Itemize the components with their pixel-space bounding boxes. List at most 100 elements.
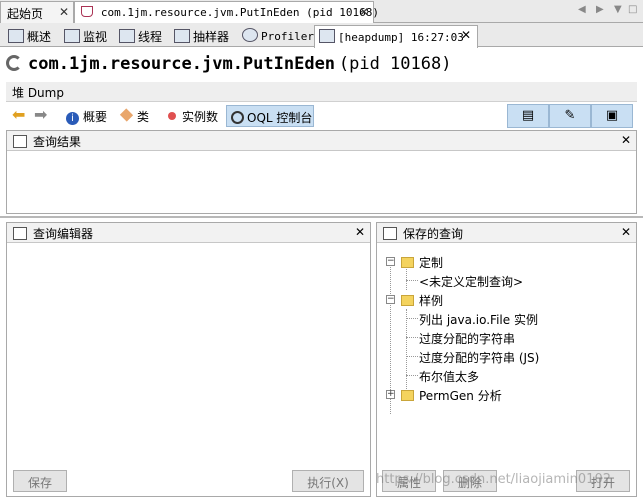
- tab-overview[interactable]: 概述: [4, 25, 55, 47]
- saved-queries-icon: [383, 227, 397, 240]
- maximize-icon[interactable]: □: [628, 4, 637, 15]
- instances-button[interactable]: 实例数: [164, 105, 222, 127]
- summary-button[interactable]: i 概要: [62, 105, 111, 127]
- panel-title: 保存的查询: [403, 227, 464, 241]
- tree-label: 布尔值太多: [419, 370, 480, 384]
- tree-label: 列出 java.io.File 实例: [419, 313, 538, 327]
- monitor-icon: [64, 29, 80, 43]
- folder-icon: [401, 390, 414, 401]
- tree-item-list-file-instances[interactable]: 列出 java.io.File 实例: [419, 311, 538, 328]
- close-icon[interactable]: ✕: [621, 225, 631, 239]
- tab-monitor[interactable]: 监视: [60, 25, 111, 47]
- tree-item-overallocated-strings-js[interactable]: 过度分配的字符串 (JS): [419, 349, 539, 366]
- profiler-icon: [242, 28, 258, 42]
- saved-queries-tree: − 定制 <未定义定制查询> − 样例 列出 java.io.File 实例 过…: [377, 244, 636, 462]
- app-title: com.1jm.resource.jvm.PutInEden: [28, 54, 336, 74]
- tree-label: PermGen 分析: [419, 389, 502, 403]
- threads-icon: [119, 29, 135, 43]
- query-editor-area[interactable]: [7, 244, 370, 462]
- tab-list-icon[interactable]: ▼: [614, 4, 622, 15]
- saved-queries-view-icon[interactable]: ▣: [591, 104, 633, 128]
- splitter[interactable]: [0, 216, 643, 218]
- sampler-icon: [174, 29, 190, 43]
- tab-application[interactable]: com.1jm.resource.jvm.PutInEden (pid 1016…: [74, 1, 379, 24]
- folder-icon: [401, 295, 414, 306]
- overview-icon: [8, 29, 24, 43]
- tab-label: com.1jm.resource.jvm.PutInEden (pid 1016…: [100, 6, 379, 19]
- tab-label: 概述: [27, 30, 52, 44]
- collapse-icon[interactable]: −: [386, 295, 395, 304]
- scroll-left-icon[interactable]: ◀: [578, 4, 586, 15]
- tab-profiler[interactable]: Profiler: [238, 25, 318, 47]
- close-icon[interactable]: ✕: [461, 28, 471, 42]
- execute-label: 执行(X): [307, 476, 349, 490]
- save-button[interactable]: 保存: [13, 470, 67, 492]
- page-title: com.1jm.resource.jvm.PutInEden (pid 1016…: [6, 54, 451, 80]
- tree-label: 定制: [419, 256, 444, 270]
- classes-button[interactable]: 类: [116, 105, 153, 127]
- tab-label: 线程: [138, 30, 163, 44]
- tab-label: 监视: [83, 30, 108, 44]
- editor-view-icon[interactable]: ✎: [549, 104, 591, 128]
- collapse-icon[interactable]: −: [386, 257, 395, 266]
- results-icon: [13, 135, 27, 148]
- loading-icon: [6, 55, 22, 71]
- editor-icon: [13, 227, 27, 240]
- tab-label: [heapdump] 16:27:03: [338, 31, 464, 44]
- save-label: 保存: [27, 476, 52, 490]
- tree-item-overallocated-strings[interactable]: 过度分配的字符串: [419, 330, 515, 347]
- expand-icon[interactable]: +: [386, 390, 395, 399]
- tab-start-page[interactable]: 起始页 ✕: [0, 1, 74, 23]
- view-tab-bar: 概述 监视 线程 抽样器 Profiler [heapdump] 16:27:0…: [0, 23, 643, 48]
- scroll-right-icon[interactable]: ▶: [596, 4, 604, 15]
- watermark: https://blog.csdn.net/liaojiamin0102: [376, 472, 611, 487]
- tree-folder-permgen[interactable]: PermGen 分析: [401, 387, 502, 404]
- tab-threads[interactable]: 线程: [115, 25, 166, 47]
- panel-title: 查询结果: [33, 135, 82, 149]
- oql-console-button[interactable]: OQL 控制台: [226, 105, 314, 127]
- tab-label: 抽样器: [193, 30, 230, 44]
- heapdump-icon: [319, 29, 335, 43]
- summary-label: 概要: [83, 110, 108, 124]
- tab-heapdump[interactable]: [heapdump] 16:27:03 ✕: [314, 25, 478, 48]
- oql-icon: [231, 111, 244, 124]
- instances-label: 实例数: [182, 110, 219, 124]
- panel-header: 查询编辑器 ✕: [7, 223, 370, 243]
- instance-icon: [168, 112, 176, 120]
- panel-header: 保存的查询 ✕: [377, 223, 636, 243]
- tree-label: 样例: [419, 294, 444, 308]
- tree-label: 过度分配的字符串: [419, 332, 516, 346]
- heap-dump-bar: 堆 Dump: [6, 82, 637, 102]
- close-icon[interactable]: ✕: [355, 225, 365, 239]
- back-arrow-icon[interactable]: ⬅: [8, 105, 29, 127]
- close-icon[interactable]: ✕: [59, 5, 69, 19]
- close-icon[interactable]: ✕: [621, 133, 631, 147]
- toolbar: ⬅ ➡ i 概要 类 实例数 OQL 控制台 ▤ ✎ ▣: [6, 104, 637, 128]
- execute-button[interactable]: 执行(X): [292, 470, 364, 492]
- heap-dump-label: 堆 Dump: [12, 86, 64, 100]
- tree-item-undefined-custom[interactable]: <未定义定制查询>: [419, 273, 523, 290]
- folder-icon: [401, 257, 414, 268]
- tree-folder-samples[interactable]: 样例: [401, 292, 443, 309]
- panel-title: 查询编辑器: [33, 227, 94, 241]
- coffee-cup-icon: [81, 6, 93, 17]
- panel-header: 查询结果 ✕: [7, 131, 636, 151]
- tree-label: 过度分配的字符串 (JS): [419, 351, 540, 365]
- tree-item-too-many-booleans[interactable]: 布尔值太多: [419, 368, 479, 385]
- tab-label: 起始页: [7, 7, 44, 21]
- tab-sampler[interactable]: 抽样器: [170, 25, 233, 47]
- info-icon: i: [66, 112, 79, 125]
- forward-arrow-icon[interactable]: ➡: [30, 105, 51, 127]
- tree-folder-custom[interactable]: 定制: [401, 254, 443, 271]
- app-pid: (pid 10168): [338, 54, 452, 74]
- query-results-panel: 查询结果 ✕: [6, 130, 637, 214]
- saved-queries-panel: 保存的查询 ✕ − 定制 <未定义定制查询> − 样例 列出 java.io.F…: [376, 222, 637, 497]
- tree-label: <未定义定制查询>: [419, 275, 524, 289]
- classes-icon: [119, 108, 134, 122]
- results-view-icon[interactable]: ▤: [507, 104, 549, 128]
- classes-label: 类: [137, 110, 150, 124]
- document-tab-bar: 起始页 ✕ com.1jm.resource.jvm.PutInEden (pi…: [0, 0, 643, 24]
- oql-label: OQL 控制台: [247, 111, 313, 125]
- close-icon[interactable]: ✕: [359, 5, 369, 19]
- query-editor-panel: 查询编辑器 ✕ 保存 执行(X): [6, 222, 371, 497]
